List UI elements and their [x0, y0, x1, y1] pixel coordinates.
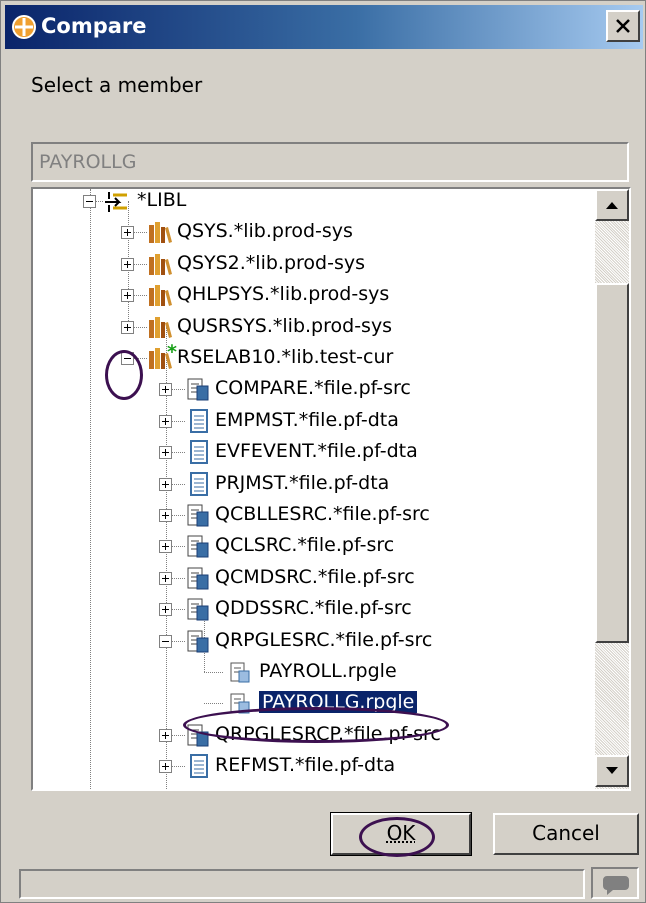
library-icon — [147, 219, 173, 245]
close-icon — [616, 19, 630, 33]
arrow-up-icon — [606, 202, 618, 209]
source-file-icon — [185, 533, 211, 559]
source-file-icon — [185, 565, 211, 591]
expand-toggle[interactable] — [159, 760, 172, 774]
library-icon — [147, 314, 173, 340]
tree-item-label: QRPGLESRC.*file.pf-src — [215, 628, 433, 651]
data-file-icon — [185, 439, 211, 465]
tree-content: *LIBL QSYS.*lib.prod-sys QSYS2.*lib.prod-s… — [33, 189, 595, 789]
data-file-icon — [185, 753, 211, 779]
tree-item-label: QSYS.*lib.prod-sys — [177, 220, 353, 243]
tree-item-label: QDDSSRC.*file.pf-src — [215, 597, 412, 620]
cancel-button[interactable]: Cancel — [493, 813, 639, 855]
tree-item-label: QCBLLESRC.*file.pf-src — [215, 503, 430, 525]
member-name-field: PAYROLLG — [31, 142, 629, 182]
expand-toggle[interactable] — [159, 477, 172, 491]
compare-icon — [12, 15, 36, 39]
status-bar — [19, 869, 585, 899]
member-name-value: PAYROLLG — [39, 151, 137, 173]
source-file-icon — [185, 628, 211, 654]
window-title: Compare — [41, 14, 147, 38]
annotation-circle-expander — [105, 350, 143, 400]
collapse-toggle[interactable] — [83, 195, 96, 208]
tree-item-label: *LIBL — [137, 189, 187, 211]
data-file-icon — [185, 471, 211, 497]
arrow-down-icon — [606, 767, 618, 774]
tree-item-label: PAYROLL.rpgle — [259, 660, 397, 682]
source-file-icon — [185, 596, 211, 622]
library-list-icon — [103, 189, 129, 214]
tree-item-label: RSELAB10.*lib.test-cur — [177, 346, 394, 368]
expand-toggle[interactable] — [159, 509, 172, 522]
tree-item-label: REFMST.*file.pf-dta — [215, 754, 396, 777]
tree-item-label: EVFEVENT.*file.pf-dta — [215, 440, 418, 463]
expand-toggle[interactable] — [159, 571, 172, 585]
compare-dialog: Compare Select a member PAYROLLG *LIBL QS… — [0, 0, 646, 903]
prompt-label: Select a member — [31, 73, 203, 97]
status-icon-box — [591, 867, 639, 899]
tree-item-label: QCMDSRC.*file.pf-src — [215, 565, 415, 588]
data-file-icon — [185, 408, 211, 434]
title-bar[interactable]: Compare — [5, 5, 643, 49]
tree-item-label: EMPMST.*file.pf-dta — [215, 408, 399, 431]
collapse-toggle[interactable] — [159, 634, 172, 648]
library-icon — [147, 251, 173, 277]
speech-bubble-icon — [603, 876, 629, 895]
tree-item-label: QCLSRC.*file.pf-src — [215, 534, 395, 557]
annotation-circle-member — [183, 707, 449, 743]
tree-item-label: COMPARE.*file.pf-src — [215, 377, 411, 400]
tree-guide-line — [96, 201, 103, 202]
tree-item-label: PRJMST.*file.pf-dta — [215, 471, 390, 494]
expand-toggle[interactable] — [121, 320, 134, 334]
expand-toggle[interactable] — [159, 414, 172, 428]
tree-item-label: QSYS2.*lib.prod-sys — [177, 251, 366, 274]
tree-item-label: QHLPSYS.*lib.prod-sys — [177, 283, 390, 306]
vertical-scrollbar[interactable] — [595, 189, 629, 789]
source-file-icon — [185, 502, 211, 528]
scroll-thumb[interactable] — [595, 283, 629, 643]
source-file-icon — [185, 376, 211, 402]
expand-toggle[interactable] — [159, 603, 172, 617]
member-icon — [227, 659, 253, 685]
expand-toggle[interactable] — [121, 289, 134, 303]
expand-toggle[interactable] — [159, 540, 172, 554]
expand-toggle[interactable] — [121, 226, 134, 240]
close-button[interactable] — [606, 10, 640, 42]
tree-item-label: QUSRSYS.*lib.prod-sys — [177, 314, 393, 337]
scroll-down-button[interactable] — [595, 755, 629, 787]
expand-toggle[interactable] — [159, 728, 172, 742]
scroll-up-button[interactable] — [595, 189, 629, 221]
expand-toggle[interactable] — [121, 257, 134, 271]
cancel-label: Cancel — [532, 821, 600, 845]
expand-toggle[interactable] — [159, 383, 172, 397]
member-tree[interactable]: *LIBL QSYS.*lib.prod-sys QSYS2.*lib.prod-s… — [31, 187, 631, 791]
annotation-circle-ok — [359, 817, 435, 857]
expand-toggle[interactable] — [159, 446, 172, 460]
library-icon — [147, 282, 173, 308]
modified-marker: * — [167, 341, 177, 363]
